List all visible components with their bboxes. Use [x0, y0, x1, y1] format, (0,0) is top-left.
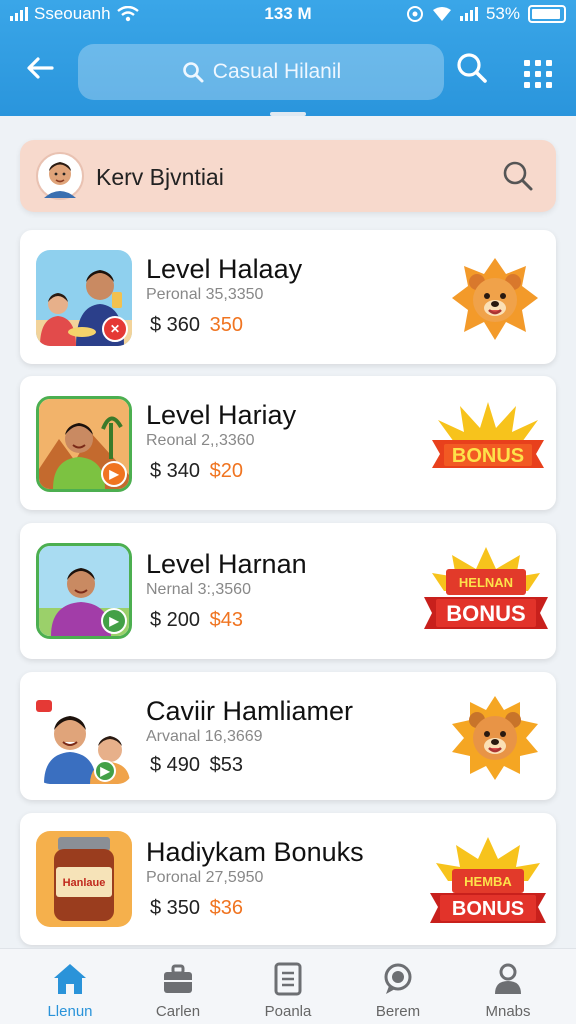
- nav-item-document[interactable]: Poanla: [238, 961, 338, 1023]
- bonus-banner[interactable]: HEMBA BONUS: [428, 835, 548, 929]
- status-badge: ✕: [102, 316, 128, 342]
- item-price: $ 490 $53: [150, 754, 243, 777]
- nav-item-home[interactable]: Llenun: [20, 961, 120, 1023]
- nav-item-chat[interactable]: Berem: [348, 961, 448, 1023]
- item-thumbnail: ▶: [36, 396, 132, 492]
- search-card[interactable]: Kerv Bjvntiai: [20, 140, 556, 212]
- back-arrow-icon: [27, 57, 54, 79]
- header-search-text: Casual Hilanil: [212, 60, 342, 83]
- avatar: [36, 152, 84, 200]
- bonus-text: BONUS: [446, 601, 525, 626]
- nav-label: Mnabs: [485, 1003, 531, 1020]
- nav-row: Casual Hilanil: [0, 38, 576, 104]
- profile-icon: [495, 963, 521, 994]
- list-item[interactable]: ▶ Caviir Hamliamer Arvanal 16,3669 $ 490…: [20, 672, 556, 800]
- play-badge: ▶: [101, 608, 127, 634]
- item-subtitle: Nernal 3:,3560: [146, 581, 251, 598]
- nav-item-profile[interactable]: Mnabs: [458, 961, 558, 1023]
- item-title: Caviir Hamliamer: [146, 696, 354, 726]
- header-search-bar[interactable]: Casual Hilanil: [78, 44, 444, 100]
- nav-item-briefcase[interactable]: Carlen: [128, 961, 228, 1023]
- bottom-navigation: Llenun Carlen Poanla Berem Mnabs: [0, 948, 576, 1024]
- item-price: $ 340 $20: [150, 460, 243, 483]
- search-icon: [182, 62, 204, 83]
- chat-icon: [384, 963, 412, 994]
- item-price: $ 360 350: [150, 314, 243, 337]
- list-item[interactable]: ▶ Level Harnan Nernal 3:,3560 $ 200 $43 …: [20, 523, 556, 659]
- item-title: Hadiykam Bonuks: [146, 837, 364, 867]
- app-header: Sseouanh 133 M 53% Casual Hilanil: [0, 0, 576, 116]
- item-thumbnail: Hanlaue: [36, 831, 132, 927]
- price-old: $ 340: [150, 460, 201, 482]
- list-item[interactable]: ✕ Level Halaay Peronal 35,3350 $ 360 350: [20, 230, 556, 364]
- price-new: $53: [209, 754, 243, 776]
- bonus-banner[interactable]: HELNAN BONUS: [424, 545, 548, 641]
- item-price: $ 200 $43: [150, 609, 243, 632]
- nav-label: Llenun: [47, 1003, 93, 1020]
- search-icon: [457, 53, 487, 83]
- price-old: $ 360: [150, 314, 201, 336]
- item-title: Level Halaay: [146, 254, 303, 284]
- search-card-button[interactable]: [500, 158, 536, 194]
- status-bar: Sseouanh 133 M 53%: [0, 0, 576, 30]
- item-thumbnail: ▶: [36, 688, 132, 784]
- price-old: $ 200: [150, 609, 201, 631]
- briefcase-icon: [164, 964, 192, 993]
- item-subtitle: Peronal 35,3350: [146, 286, 264, 303]
- bonus-top-text: HEMBA: [464, 874, 512, 889]
- item-subtitle: Reonal 2,,3360: [146, 432, 255, 449]
- list-item[interactable]: ▶ Level Hariay Reonal 2,,3360 $ 340 $20 …: [20, 376, 556, 510]
- nav-label: Carlen: [155, 1003, 201, 1020]
- item-title: Level Hariay: [146, 400, 297, 430]
- item-title: Level Harnan: [146, 549, 307, 579]
- back-button[interactable]: [20, 52, 60, 92]
- item-thumbnail: ✕: [36, 250, 132, 346]
- drag-handle[interactable]: [270, 112, 306, 116]
- nav-label: Berem: [375, 1003, 421, 1020]
- bonus-text: BONUS: [452, 898, 524, 920]
- item-subtitle: Arvanal 16,3669: [146, 728, 263, 745]
- home-icon: [54, 964, 86, 994]
- grid-menu-button[interactable]: [518, 54, 554, 90]
- price-new: $43: [209, 609, 243, 631]
- price-new: $20: [209, 460, 243, 482]
- wifi-icon: [432, 7, 451, 21]
- item-subtitle: Poronal 27,5950: [146, 869, 264, 886]
- bear-sun-icon[interactable]: [450, 694, 540, 780]
- price-old: $ 490: [150, 754, 201, 776]
- document-icon: [274, 962, 302, 996]
- play-badge: ▶: [101, 461, 127, 487]
- location-icon: [406, 6, 423, 22]
- search-icon: [503, 161, 533, 191]
- bonus-top-text: HELNAN: [459, 575, 513, 590]
- status-right: 53%: [406, 4, 566, 24]
- bear-sun-icon[interactable]: [450, 256, 540, 342]
- nav-label: Poanla: [264, 1003, 312, 1020]
- price-new: $36: [209, 897, 243, 919]
- bonus-badge[interactable]: BONUS: [430, 398, 546, 494]
- price-new: 350: [209, 314, 243, 336]
- list-item[interactable]: Hanlaue Hadiykam Bonuks Poronal 27,5950 …: [20, 813, 556, 945]
- battery-icon: [528, 5, 566, 23]
- search-button[interactable]: [454, 50, 494, 90]
- item-thumbnail: ▶: [36, 543, 132, 639]
- play-badge: ▶: [94, 760, 116, 782]
- signal-icon: [459, 7, 478, 21]
- price-old: $ 350: [150, 897, 201, 919]
- search-query: Kerv Bjvntiai: [96, 164, 224, 190]
- battery-percent: 53%: [485, 4, 520, 23]
- jar-label: Hanlaue: [63, 877, 106, 889]
- bonus-text: BONUS: [452, 445, 524, 467]
- item-price: $ 350 $36: [150, 897, 243, 920]
